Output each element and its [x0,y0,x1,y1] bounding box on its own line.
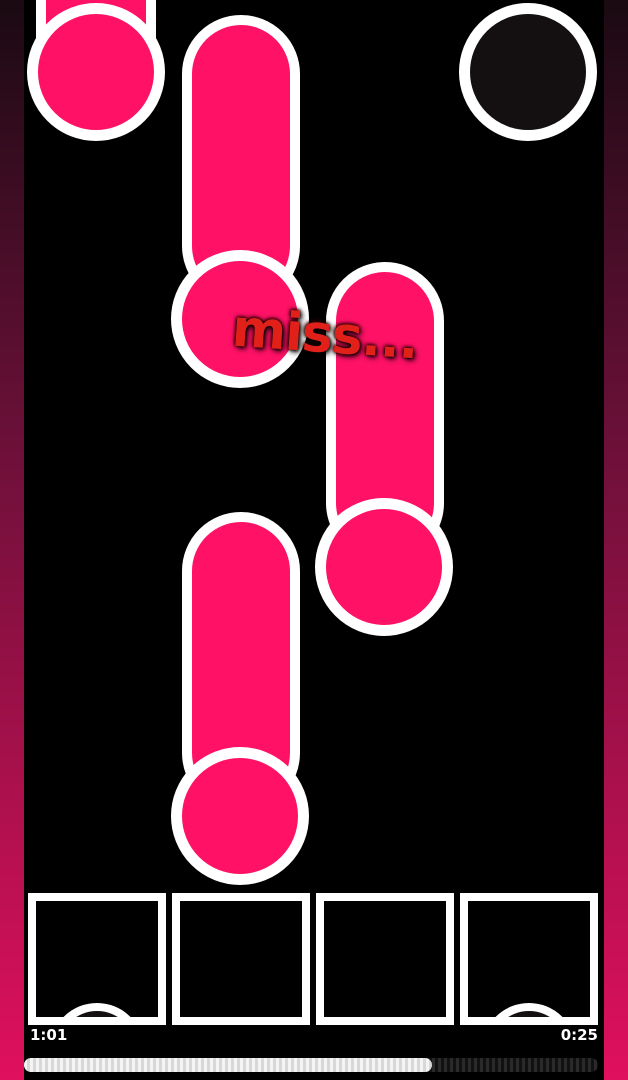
song-progress-fill [24,1058,432,1072]
lane-pad-2[interactable] [172,893,310,1025]
song-progress-bar [24,1058,598,1072]
left-border [0,0,24,1080]
lane-pad-1[interactable] [28,893,166,1025]
tap-note [171,747,309,885]
tap-note [27,3,165,141]
receptor-arc [50,1003,144,1017]
remaining-time: 0:25 [560,1026,598,1044]
dark-note [459,3,597,141]
lane-pad-4[interactable] [460,893,598,1025]
elapsed-time: 1:01 [30,1026,68,1044]
receptor-arc [482,1003,576,1017]
lane-pad-3[interactable] [316,893,454,1025]
tap-note [315,498,453,636]
right-border [604,0,628,1080]
tap-note [171,250,309,388]
